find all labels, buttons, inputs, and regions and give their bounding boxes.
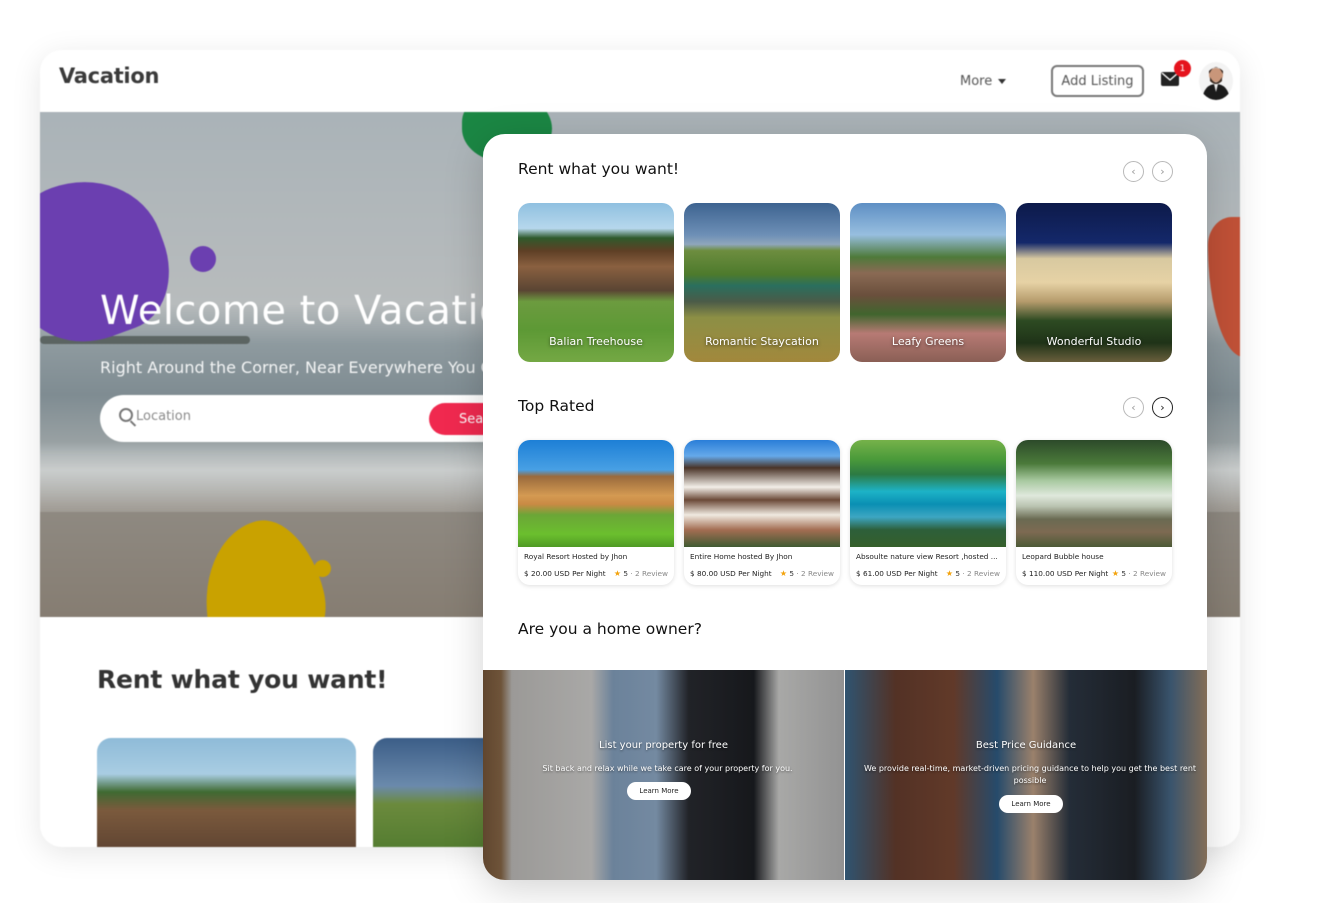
rent-card[interactable]: Wonderful Studio (1016, 203, 1172, 362)
review-count: · 2 Review (1128, 569, 1166, 578)
add-listing-button[interactable]: Add Listing (1051, 65, 1144, 97)
listing-rating: ★ 5 · 2 Review (780, 569, 834, 578)
listing-name: Royal Resort Hosted by Jhon (524, 552, 628, 561)
rent-card-label: Balian Treehouse (549, 335, 643, 348)
logo[interactable]: Vacation (59, 64, 159, 88)
listing-price: $ 110.00 USD Per Night (1022, 569, 1109, 578)
star-icon: ★ (613, 569, 622, 578)
top-rated-card[interactable]: Entire Home hosted By Jhon $ 80.00 USD P… (684, 440, 840, 585)
panel-title: Best Price Guidance (975, 740, 1077, 751)
rating-value: 5 (955, 569, 961, 578)
chevron-right-icon[interactable]: › (1152, 161, 1173, 182)
star-icon: ★ (779, 569, 788, 578)
panel-description: Sit back and relax while we take care of… (542, 764, 793, 773)
rent-card[interactable]: Leafy Greens (850, 203, 1006, 362)
location-search-bar[interactable]: Location Search (100, 395, 539, 442)
user-avatar[interactable] (1199, 62, 1233, 100)
rent-card[interactable]: Romantic Staycation (684, 203, 840, 362)
review-count: · 2 Review (796, 569, 834, 578)
rating-value: 5 (1121, 569, 1127, 578)
panel-description: We provide real-time, market-driven pric… (863, 764, 1197, 785)
location-input-placeholder[interactable]: Location (136, 409, 191, 424)
rent-carousel-controls: ‹ › (1123, 161, 1173, 182)
chevron-left-icon[interactable]: ‹ (1123, 161, 1144, 182)
top-rated-card[interactable]: Royal Resort Hosted by Jhon $ 20.00 USD … (518, 440, 674, 585)
hero-subtitle: Right Around the Corner, Near Everywhere… (100, 358, 503, 377)
list-property-panel: List your property for free Sit back and… (483, 670, 844, 880)
listing-price: $ 20.00 USD Per Night (524, 569, 606, 578)
more-menu[interactable]: More (960, 74, 1007, 89)
purple-dot-decoration (190, 246, 216, 272)
orange-blob-decoration (1208, 217, 1240, 357)
listing-rating: ★ 5 · 2 Review (946, 569, 1000, 578)
listing-price: $ 80.00 USD Per Night (690, 569, 772, 578)
panel-title: List your property for free (599, 740, 728, 751)
review-count: · 2 Review (962, 569, 1000, 578)
rent-card[interactable]: Balian Treehouse (518, 203, 674, 362)
review-count: · 2 Review (630, 569, 668, 578)
top-navbar: Vacation More Add Listing 1 (40, 50, 1240, 112)
image-overlay (483, 670, 844, 880)
price-guidance-panel: Best Price Guidance We provide real-time… (845, 670, 1207, 880)
home-owner-title: Are you a home owner? (518, 620, 702, 638)
chevron-left-icon[interactable]: ‹ (1123, 397, 1144, 418)
top-rated-card[interactable]: Leopard Bubble house $ 110.00 USD Per Ni… (1016, 440, 1172, 585)
yellow-dot-decoration (314, 560, 331, 577)
listing-name: Absoulte nature view Resort ,hosted ... (856, 552, 998, 561)
learn-more-button[interactable]: Learn More (999, 795, 1063, 813)
top-rated-carousel-controls: ‹ › (1123, 397, 1173, 418)
caret-down-icon (998, 79, 1007, 84)
listing-price: $ 61.00 USD Per Night (856, 569, 938, 578)
rent-section-title: Rent what you want! (518, 160, 680, 178)
hero-title: Welcome to Vacation (100, 288, 530, 334)
section-title: Rent what you want! (97, 665, 388, 694)
listing-name: Entire Home hosted By Jhon (690, 552, 793, 561)
rent-card-label: Leafy Greens (891, 335, 965, 348)
star-icon: ★ (1111, 569, 1120, 578)
listing-image (684, 440, 840, 547)
top-rated-card[interactable]: Absoulte nature view Resort ,hosted ... … (850, 440, 1006, 585)
rent-card-label: Romantic Staycation (705, 335, 819, 348)
listing-image (850, 440, 1006, 547)
chevron-right-icon[interactable]: › (1152, 397, 1173, 418)
listing-image (518, 440, 674, 547)
search-icon (119, 408, 133, 422)
listing-rating: ★ 5 · 2 Review (1112, 569, 1166, 578)
listing-rating: ★ 5 · 2 Review (614, 569, 668, 578)
foreground-page-preview: Rent what you want! ‹ › Balian Treehouse… (483, 134, 1207, 880)
listing-name: Leopard Bubble house (1022, 552, 1104, 561)
notification-badge: 1 (1174, 60, 1191, 77)
listing-image (1016, 440, 1172, 547)
top-rated-title: Top Rated (518, 397, 595, 415)
more-label: More (960, 74, 993, 89)
rating-value: 5 (623, 569, 629, 578)
rating-value: 5 (789, 569, 795, 578)
learn-more-button[interactable]: Learn More (627, 782, 691, 800)
listing-card-image[interactable] (97, 738, 356, 847)
rent-card-label: Wonderful Studio (1046, 335, 1142, 348)
star-icon: ★ (945, 569, 954, 578)
